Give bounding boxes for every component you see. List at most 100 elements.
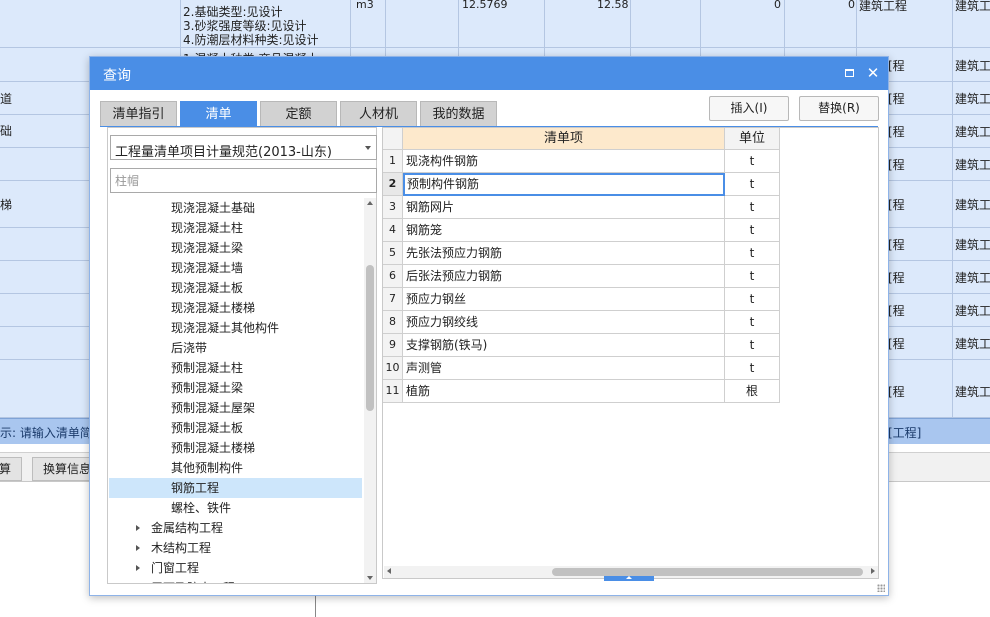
bg-unit: m3	[356, 0, 374, 11]
bg-category: [程	[888, 337, 905, 351]
tree-item-label: 预制混凝土柱	[171, 361, 244, 375]
table-row[interactable]: 7 预应力钢丝 t	[383, 288, 780, 311]
tree-item[interactable]: 预制混凝土楼梯	[109, 438, 362, 458]
bg-category: 建筑工	[955, 385, 990, 399]
dialog-title: 查询	[103, 68, 131, 84]
tree-item[interactable]: 后浇带	[109, 338, 362, 358]
tree-item[interactable]: 现浇混凝土梁	[109, 238, 362, 258]
bg-category: [程	[888, 125, 905, 139]
header-bill-item[interactable]: 清单项	[403, 128, 725, 150]
bg-category: [程	[888, 271, 905, 285]
bill-item-unit: t	[725, 311, 780, 334]
table-row[interactable]: 4 钢筋笼 t	[383, 219, 780, 242]
expand-arrow-icon[interactable]	[136, 565, 140, 571]
tree-item[interactable]: 现浇混凝土其他构件	[109, 318, 362, 338]
row-number: 2	[383, 173, 403, 196]
bg-value: 0	[848, 0, 855, 11]
scroll-up-icon[interactable]	[367, 201, 373, 205]
tree-item[interactable]: 螺栓、铁件	[109, 498, 362, 518]
chevron-down-icon[interactable]	[365, 146, 371, 150]
tree-item[interactable]: 其他预制构件	[109, 458, 362, 478]
bill-item-name[interactable]: 支撑钢筋(铁马)	[403, 334, 725, 357]
table-row[interactable]: 6 后张法预应力钢筋 t	[383, 265, 780, 288]
bg-category: 建筑工	[955, 158, 990, 172]
tree-item[interactable]: 屋面及防水工程	[109, 578, 362, 583]
bg-qty: 12.5769	[462, 0, 508, 11]
row-number: 4	[383, 219, 403, 242]
bill-item-name[interactable]: 声测管	[403, 357, 725, 380]
bill-item-name[interactable]: 预制构件钢筋	[403, 173, 725, 196]
table-row[interactable]: 10 声测管 t	[383, 357, 780, 380]
standard-select[interactable]: 工程量清单项目计量规范(2013-山东)	[110, 135, 377, 160]
tree-item[interactable]: 预制混凝土柱	[109, 358, 362, 378]
tree-item-label: 金属结构工程	[151, 521, 224, 535]
bg-category: 建筑工	[955, 337, 990, 351]
table-row[interactable]: 9 支撑钢筋(铁马) t	[383, 334, 780, 357]
tree-item[interactable]: 现浇混凝土板	[109, 278, 362, 298]
tree-item[interactable]: 现浇混凝土基础	[109, 198, 362, 218]
bottom-tab[interactable]: 算	[0, 457, 23, 481]
tab-bill-items[interactable]: 清单	[180, 101, 257, 127]
bill-item-name[interactable]: 预应力钢绞线	[403, 311, 725, 334]
bg-category: [程	[888, 304, 905, 318]
bill-item-name[interactable]: 先张法预应力钢筋	[403, 242, 725, 265]
header-unit[interactable]: 单位	[725, 128, 780, 150]
tree-item[interactable]: 预制混凝土板	[109, 418, 362, 438]
bill-item-name[interactable]: 后张法预应力钢筋	[403, 265, 725, 288]
expand-arrow-icon[interactable]	[136, 545, 140, 551]
bg-category: 建筑工	[955, 92, 990, 106]
tree-item[interactable]: 木结构工程	[109, 538, 362, 558]
bill-item-name[interactable]: 现浇构件钢筋	[403, 150, 725, 173]
tab-my-data[interactable]: 我的数据	[420, 101, 497, 127]
tree-item[interactable]: 现浇混凝土墙	[109, 258, 362, 278]
close-icon[interactable]: ✕	[864, 64, 882, 82]
table-row[interactable]: 3 钢筋网片 t	[383, 196, 780, 219]
bill-item-name[interactable]: 植筋	[403, 380, 725, 403]
tab-quota[interactable]: 定额	[260, 101, 337, 127]
tree-item[interactable]: 金属结构工程	[109, 518, 362, 538]
tree-item[interactable]: 现浇混凝土楼梯	[109, 298, 362, 318]
bill-item-name[interactable]: 钢筋网片	[403, 196, 725, 219]
scroll-left-icon[interactable]	[387, 568, 391, 574]
insert-button[interactable]: 插入(I)	[709, 96, 789, 121]
tree-item[interactable]: 现浇混凝土柱	[109, 218, 362, 238]
table-row[interactable]: 1 现浇构件钢筋 t	[383, 150, 780, 173]
bg-value: 0	[774, 0, 781, 11]
scroll-thumb[interactable]	[366, 265, 374, 411]
bill-item-unit: t	[725, 357, 780, 380]
table-row[interactable]: 8 预应力钢绞线 t	[383, 311, 780, 334]
collapse-handle[interactable]	[604, 576, 654, 581]
tab-list-guide[interactable]: 清单指引	[100, 101, 177, 127]
bill-items-grid: 清单项 单位 1 现浇构件钢筋 t 2 预制构件钢筋 t 3 钢筋网片 t 4 钢筋笼 t 5 先张法预应…	[382, 127, 879, 579]
bill-item-unit: t	[725, 219, 780, 242]
row-number: 1	[383, 150, 403, 173]
replace-button[interactable]: 替换(R)	[799, 96, 879, 121]
tab-materials[interactable]: 人材机	[340, 101, 417, 127]
bg-desc-line: 4.防潮层材料种类:见设计	[183, 33, 319, 47]
scroll-down-icon[interactable]	[367, 576, 373, 580]
resize-grip-icon[interactable]	[877, 584, 885, 592]
table-row[interactable]: 5 先张法预应力钢筋 t	[383, 242, 780, 265]
bill-item-unit: t	[725, 173, 780, 196]
tree-item-label: 现浇混凝土其他构件	[171, 321, 280, 335]
tree-item[interactable]: 预制混凝土屋架	[109, 398, 362, 418]
scroll-thumb[interactable]	[552, 568, 863, 576]
table-row[interactable]: 11 植筋根	[383, 380, 780, 403]
tree-item-label: 预制混凝土屋架	[171, 401, 256, 415]
row-number: 11	[383, 380, 403, 403]
expand-arrow-icon[interactable]	[136, 525, 140, 531]
bg-category: 建筑工	[955, 238, 990, 252]
tree-item[interactable]: 门窗工程	[109, 558, 362, 578]
dialog-titlebar[interactable]: 查询 ✕	[90, 57, 888, 90]
table-row[interactable]: 2 预制构件钢筋 t	[383, 173, 780, 196]
bill-item-name[interactable]: 预应力钢丝	[403, 288, 725, 311]
tree-item[interactable]: 预制混凝土梁	[109, 378, 362, 398]
maximize-icon[interactable]	[840, 64, 858, 82]
tree-item-label: 预制混凝土板	[171, 421, 244, 435]
row-number: 8	[383, 311, 403, 334]
bill-item-name[interactable]: 钢筋笼	[403, 219, 725, 242]
tree-scrollbar[interactable]	[364, 198, 376, 583]
scroll-right-icon[interactable]	[871, 568, 875, 574]
tree-item[interactable]: 钢筋工程	[109, 478, 362, 498]
search-input[interactable]	[110, 168, 377, 193]
